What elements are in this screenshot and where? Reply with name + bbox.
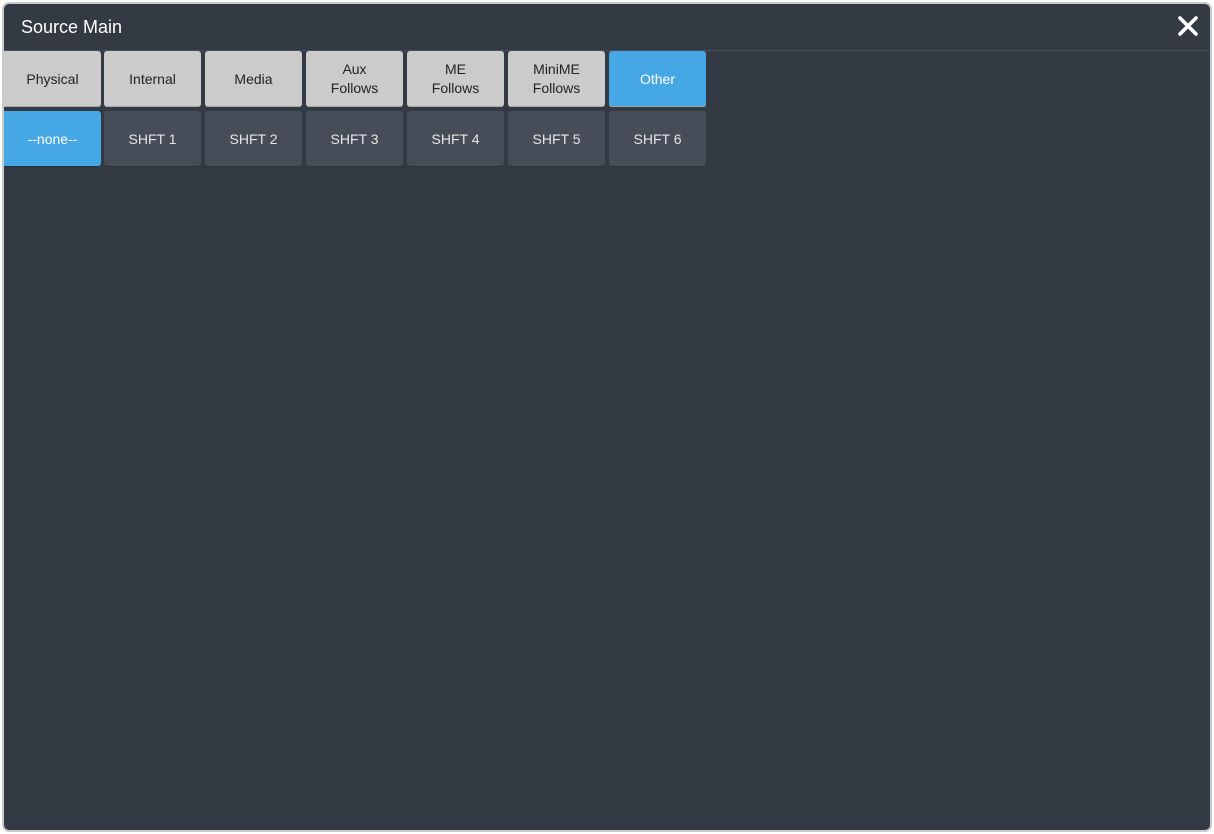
source-button-shft-5[interactable]: SHFT 5 (508, 111, 605, 167)
source-button-shft-6[interactable]: SHFT 6 (609, 111, 706, 167)
source-button-none[interactable]: --none-- (4, 111, 101, 167)
tab-other[interactable]: Other (609, 51, 706, 107)
close-button[interactable] (1176, 14, 1200, 38)
source-button-shft-1[interactable]: SHFT 1 (104, 111, 201, 167)
tab-me-follows[interactable]: ME Follows (407, 51, 504, 107)
dialog-title: Source Main (21, 17, 123, 37)
tab-minime-follows[interactable]: MiniME Follows (508, 51, 605, 107)
source-button-shft-4[interactable]: SHFT 4 (407, 111, 504, 167)
title-bar: Source Main (4, 4, 1210, 51)
tab-physical[interactable]: Physical (4, 51, 101, 107)
source-main-dialog: Source Main Physical Internal Media Aux … (2, 2, 1212, 832)
source-button-shft-3[interactable]: SHFT 3 (306, 111, 403, 167)
close-icon (1178, 16, 1198, 36)
source-button-shft-2[interactable]: SHFT 2 (205, 111, 302, 167)
tab-aux-follows[interactable]: Aux Follows (306, 51, 403, 107)
tab-media[interactable]: Media (205, 51, 302, 107)
tab-internal[interactable]: Internal (104, 51, 201, 107)
